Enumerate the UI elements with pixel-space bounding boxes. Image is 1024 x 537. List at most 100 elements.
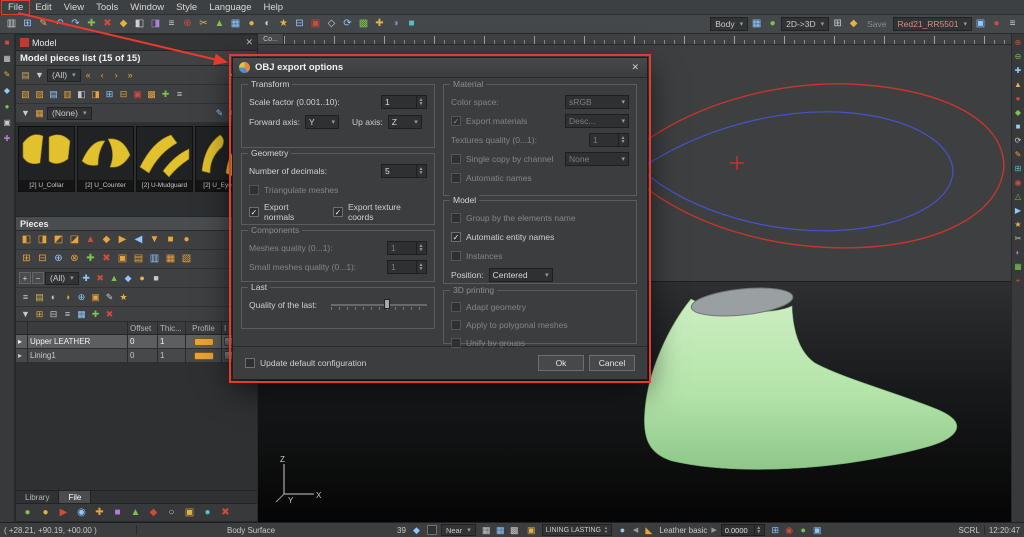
piece-tool-icon[interactable]: ✚ [80, 272, 93, 285]
selection-tool-icon[interactable]: ◧ [75, 88, 88, 101]
dock-icon[interactable]: ✎ [1, 69, 13, 81]
quick-tool-icon[interactable]: ▲ [128, 505, 143, 520]
selection-tool-icon[interactable]: ≡ [173, 88, 186, 101]
position-select[interactable]: Centered [489, 268, 553, 282]
page-nav-icon[interactable]: › [110, 69, 123, 82]
piece-tool-icon[interactable]: ✎ [103, 291, 116, 304]
dock-icon[interactable]: ▣ [1, 117, 13, 129]
instances-checkbox[interactable] [451, 251, 461, 261]
toolbar-icon[interactable]: ◧ [132, 17, 147, 32]
list-tool-icon[interactable]: ▼ [33, 69, 46, 82]
dock-icon[interactable]: ● [1, 101, 13, 113]
toolbar-icon[interactable]: ▥ [4, 17, 19, 32]
dock-icon[interactable]: ⊞ [1012, 163, 1024, 175]
dock-icon[interactable]: ■ [1012, 121, 1024, 133]
piece-tool-icon[interactable]: ▧ [179, 252, 194, 267]
offset-cell[interactable]: 0 [128, 335, 158, 348]
textures-quality-spinner[interactable]: 1▲▼ [589, 133, 629, 147]
selection-tool-icon[interactable]: ▧ [19, 88, 32, 101]
dialog-close-icon[interactable]: ✕ [629, 62, 641, 73]
toolbar-icon[interactable]: ▣ [973, 17, 988, 32]
table-tool-icon[interactable]: ≡ [61, 308, 74, 321]
dock-icon[interactable]: ★ [1012, 219, 1024, 231]
next-material-icon[interactable]: ▶ [711, 526, 716, 534]
status-tool-icon[interactable]: ◉ [783, 524, 796, 537]
dock-icon[interactable]: ▦ [1, 53, 13, 65]
layer-name-cell[interactable]: Lining1 [28, 349, 128, 362]
col-offset[interactable]: Offset [128, 322, 158, 334]
page-nav-icon[interactable]: » [124, 69, 137, 82]
quick-tool-icon[interactable]: ◉ [74, 505, 89, 520]
menu-window[interactable]: Window [124, 1, 170, 14]
material-sphere-icon[interactable]: ● [616, 524, 629, 537]
piece-tool-icon[interactable]: ◪ [67, 233, 82, 248]
filter-tool-icon[interactable]: ✎ [213, 107, 226, 120]
table-tool-icon[interactable]: ✖ [103, 308, 116, 321]
automatic-entity-names-checkbox[interactable] [451, 232, 461, 242]
toolbar-icon[interactable]: ▣ [308, 17, 323, 32]
col-thickness[interactable]: Thic... [158, 322, 186, 334]
piece-tool-icon[interactable]: ▤ [131, 252, 146, 267]
toolbar-icon[interactable]: ● [244, 17, 259, 32]
toolbar-icon[interactable]: ⊞ [20, 17, 35, 32]
export-materials-checkbox[interactable] [451, 116, 461, 126]
piece-tool-icon[interactable]: ✖ [99, 252, 114, 267]
near-checkbox[interactable] [427, 525, 437, 535]
near-mode-select[interactable]: Near [441, 524, 476, 536]
layer-name-cell[interactable]: Upper LEATHER [28, 335, 128, 348]
toolbar-icon[interactable]: ◑ [388, 17, 403, 32]
piece-tool-icon[interactable]: ⊟ [35, 252, 50, 267]
toolbar-icon[interactable]: ✚ [84, 17, 99, 32]
toolbar-icon[interactable]: ◨ [148, 17, 163, 32]
selection-tool-icon[interactable]: ◨ [89, 88, 102, 101]
table-tool-icon[interactable]: ⊟ [47, 308, 60, 321]
piece-tool-icon[interactable]: ◧ [19, 233, 34, 248]
adapt-geometry-checkbox[interactable] [451, 302, 461, 312]
add-button[interactable]: + [19, 272, 31, 284]
selection-tool-icon[interactable]: ✚ [159, 88, 172, 101]
meshes-quality-spinner[interactable]: 1▲▼ [387, 241, 427, 255]
body-selector[interactable]: Body [710, 17, 748, 31]
quick-tool-icon[interactable]: ○ [164, 505, 179, 520]
toolbar-icon[interactable]: ■ [404, 17, 419, 32]
update-default-checkbox[interactable] [245, 358, 255, 368]
toolbar-icon[interactable]: ≡ [164, 17, 179, 32]
toolbar-icon[interactable]: ◐ [260, 17, 275, 32]
menu-edit[interactable]: Edit [29, 1, 57, 14]
tab-model[interactable]: Model [32, 38, 57, 48]
dock-icon[interactable]: ✚ [1, 133, 13, 145]
table-row[interactable]: ▸ Upper LEATHER 0 1 [16, 335, 257, 349]
layer-color-icon[interactable]: ▣ [525, 524, 538, 537]
tab-file[interactable]: File [59, 491, 91, 503]
selection-tool-icon[interactable]: ▤ [47, 88, 60, 101]
piece-tool-icon[interactable]: ▣ [115, 252, 130, 267]
piece-tool-icon[interactable]: ✖ [94, 272, 107, 285]
save-button[interactable]: Save [862, 19, 891, 29]
forward-axis-select[interactable]: Y [305, 115, 339, 129]
piece-tool-icon[interactable]: ■ [163, 233, 178, 248]
viewport-corner-tab[interactable]: Co... [258, 34, 284, 45]
selection-tool-icon[interactable]: ▥ [61, 88, 74, 101]
toolbar-icon[interactable]: ✂ [196, 17, 211, 32]
dock-icon[interactable]: ⊖ [1012, 51, 1024, 63]
piece-tool-icon[interactable]: ≡ [19, 291, 32, 304]
toolbar-icon[interactable]: ✚ [372, 17, 387, 32]
active-layer-selector[interactable]: LINING LASTING ▲▼ [542, 524, 612, 536]
menu-tools[interactable]: Tools [90, 1, 124, 14]
mode-selector-2d3d[interactable]: 2D->3D [781, 17, 829, 31]
piece-tool-icon[interactable]: ◩ [51, 233, 66, 248]
dock-icon[interactable]: ◐ [1012, 247, 1024, 259]
table-tool-icon[interactable]: ⊞ [33, 308, 46, 321]
small-meshes-quality-spinner[interactable]: 1▲▼ [387, 260, 427, 274]
toolbar-icon[interactable]: ● [765, 17, 780, 32]
toolbar-icon[interactable]: ↷ [68, 17, 83, 32]
dock-icon[interactable]: ✎ [1012, 149, 1024, 161]
status-tool-icon[interactable]: ● [797, 524, 810, 537]
menu-file[interactable]: File [2, 1, 29, 14]
dock-icon[interactable]: ▶ [1012, 205, 1024, 217]
menu-help[interactable]: Help [258, 1, 290, 14]
toolbar-icon[interactable]: ↶ [52, 17, 67, 32]
grid-toggle-icon[interactable]: ▩ [508, 524, 521, 537]
apply-polygonal-checkbox[interactable] [451, 320, 461, 330]
selection-tool-icon[interactable]: ▨ [33, 88, 46, 101]
